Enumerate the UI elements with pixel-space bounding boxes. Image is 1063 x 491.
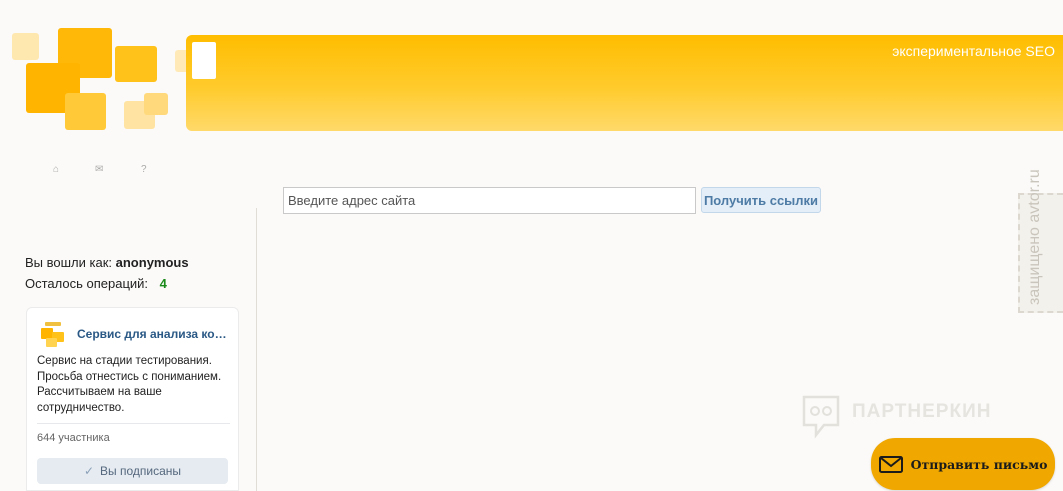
community-members-count[interactable]: 644 участника <box>37 432 110 444</box>
logo-square <box>65 93 106 130</box>
protection-stamp-text: защищено avtor.ru <box>1026 169 1043 305</box>
envelope-icon <box>878 455 903 473</box>
help-icon[interactable]: ? <box>141 164 147 175</box>
community-description: Сервис на стадии тестирования. Просьба о… <box>37 355 222 414</box>
site-title: экспериментальное SEO <box>892 43 1055 59</box>
operations-left-label: Осталось операций: <box>25 276 149 291</box>
site-url-input[interactable] <box>283 187 696 214</box>
home-icon[interactable]: ⌂ <box>53 164 59 175</box>
logo-square <box>12 33 39 60</box>
protection-stamp[interactable]: защищено avtor.ru <box>1018 169 1063 313</box>
operations-left-line: Осталось операций: 4 <box>25 276 167 291</box>
send-mail-label: Отправить письмо <box>910 456 1048 472</box>
mail-icon[interactable]: ✉ <box>95 164 103 175</box>
send-mail-button[interactable]: Отправить письмо <box>871 438 1055 490</box>
get-links-button[interactable]: Получить ссылки <box>701 187 821 213</box>
logged-in-label: Вы вошли как: <box>25 255 113 270</box>
operations-left-count: 4 <box>159 276 167 291</box>
header-banner: экспериментальное SEO <box>186 35 1063 131</box>
logo-square <box>115 46 157 82</box>
subscribed-button[interactable]: ✓ Вы подписаны <box>37 458 228 484</box>
community-avatar[interactable] <box>39 322 67 348</box>
banner-notch <box>192 42 216 79</box>
subscribed-label: Вы подписаны <box>100 464 182 478</box>
check-icon: ✓ <box>83 464 95 478</box>
community-widget: Сервис для анализа конт... Сервис на ста… <box>26 307 239 491</box>
partner-logo-icon <box>802 395 840 439</box>
community-title[interactable]: Сервис для анализа конт... <box>77 327 227 341</box>
widget-divider <box>37 423 230 424</box>
logged-in-line: Вы вошли как: anonymous <box>25 255 189 270</box>
sidebar-divider <box>256 208 257 491</box>
username: anonymous <box>115 255 189 270</box>
logo-square <box>144 93 168 115</box>
partner-watermark: ПАРТНЕРКИН <box>852 401 992 422</box>
